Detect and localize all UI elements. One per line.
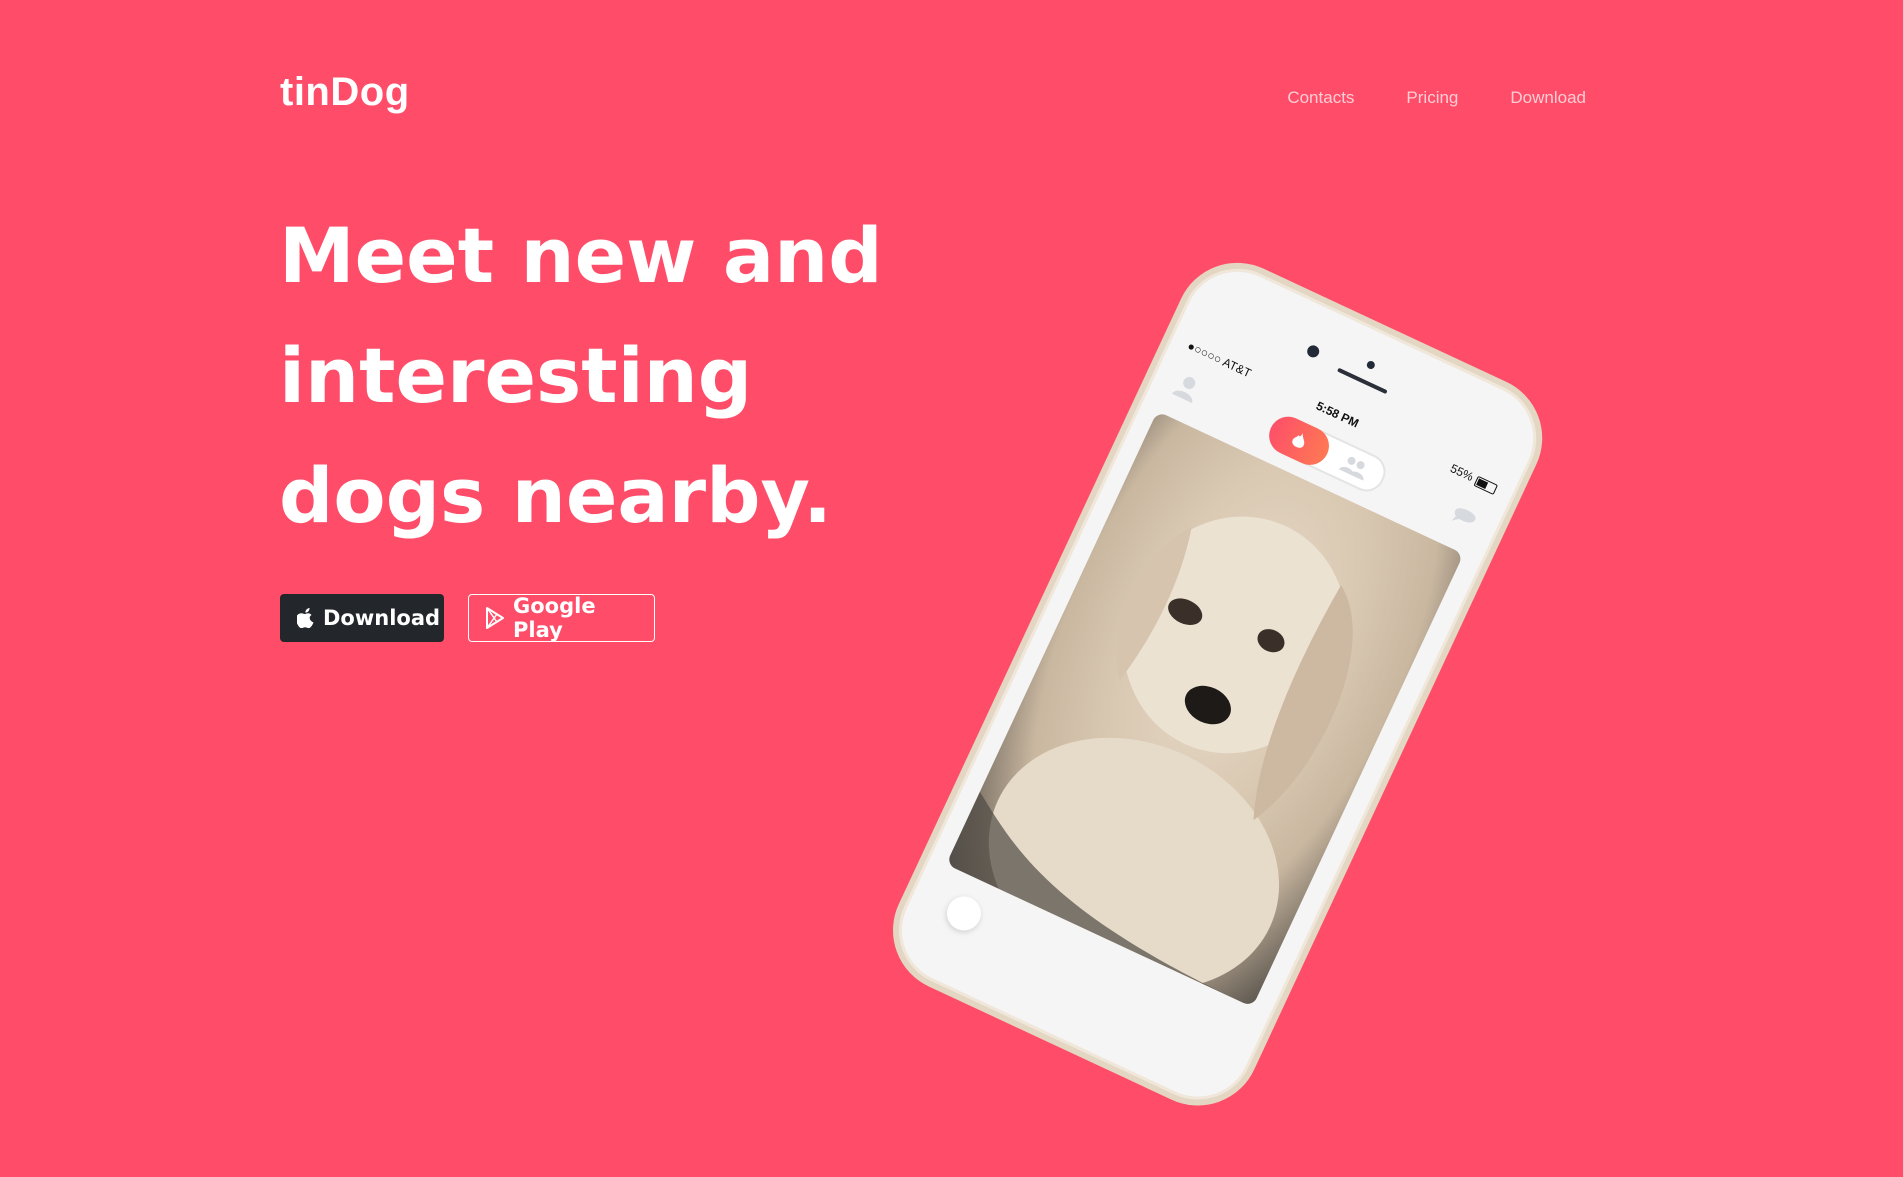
earpiece-speaker: [1337, 367, 1388, 395]
download-buttons: Download Google Play: [280, 594, 655, 642]
apple-icon: [297, 608, 314, 628]
nav-link-contacts[interactable]: Contacts: [1287, 88, 1354, 108]
google-play-label: Google Play: [513, 594, 596, 642]
apple-download-label: Download: [323, 606, 441, 630]
front-camera: [1305, 343, 1322, 360]
proximity-sensor: [1365, 359, 1377, 371]
google-play-button[interactable]: Google Play: [468, 594, 655, 642]
hero-title-line-1: Meet new and: [279, 211, 883, 300]
battery-icon: [1473, 475, 1499, 496]
apple-download-button[interactable]: Download: [280, 594, 444, 642]
navbar: tinDog Contacts Pricing Download: [0, 0, 1903, 140]
google-play-icon: [486, 607, 504, 629]
battery-percent: 55%: [1448, 461, 1476, 485]
brand-logo[interactable]: tinDog: [280, 70, 410, 115]
nav-link-download[interactable]: Download: [1510, 88, 1586, 108]
hero-title: Meet new and interesting dogs nearby.: [279, 196, 979, 556]
nav-link-pricing[interactable]: Pricing: [1406, 88, 1458, 108]
profile-icon[interactable]: [1168, 367, 1208, 407]
hero-title-line-3: dogs nearby.: [279, 451, 832, 540]
chat-icon[interactable]: [1445, 496, 1485, 536]
rewind-button[interactable]: [941, 890, 987, 937]
hero-title-line-2: interesting: [279, 331, 753, 420]
flame-icon: [1292, 432, 1305, 448]
nav-links: Contacts Pricing Download: [1287, 88, 1586, 108]
group-icon: [1338, 456, 1365, 481]
